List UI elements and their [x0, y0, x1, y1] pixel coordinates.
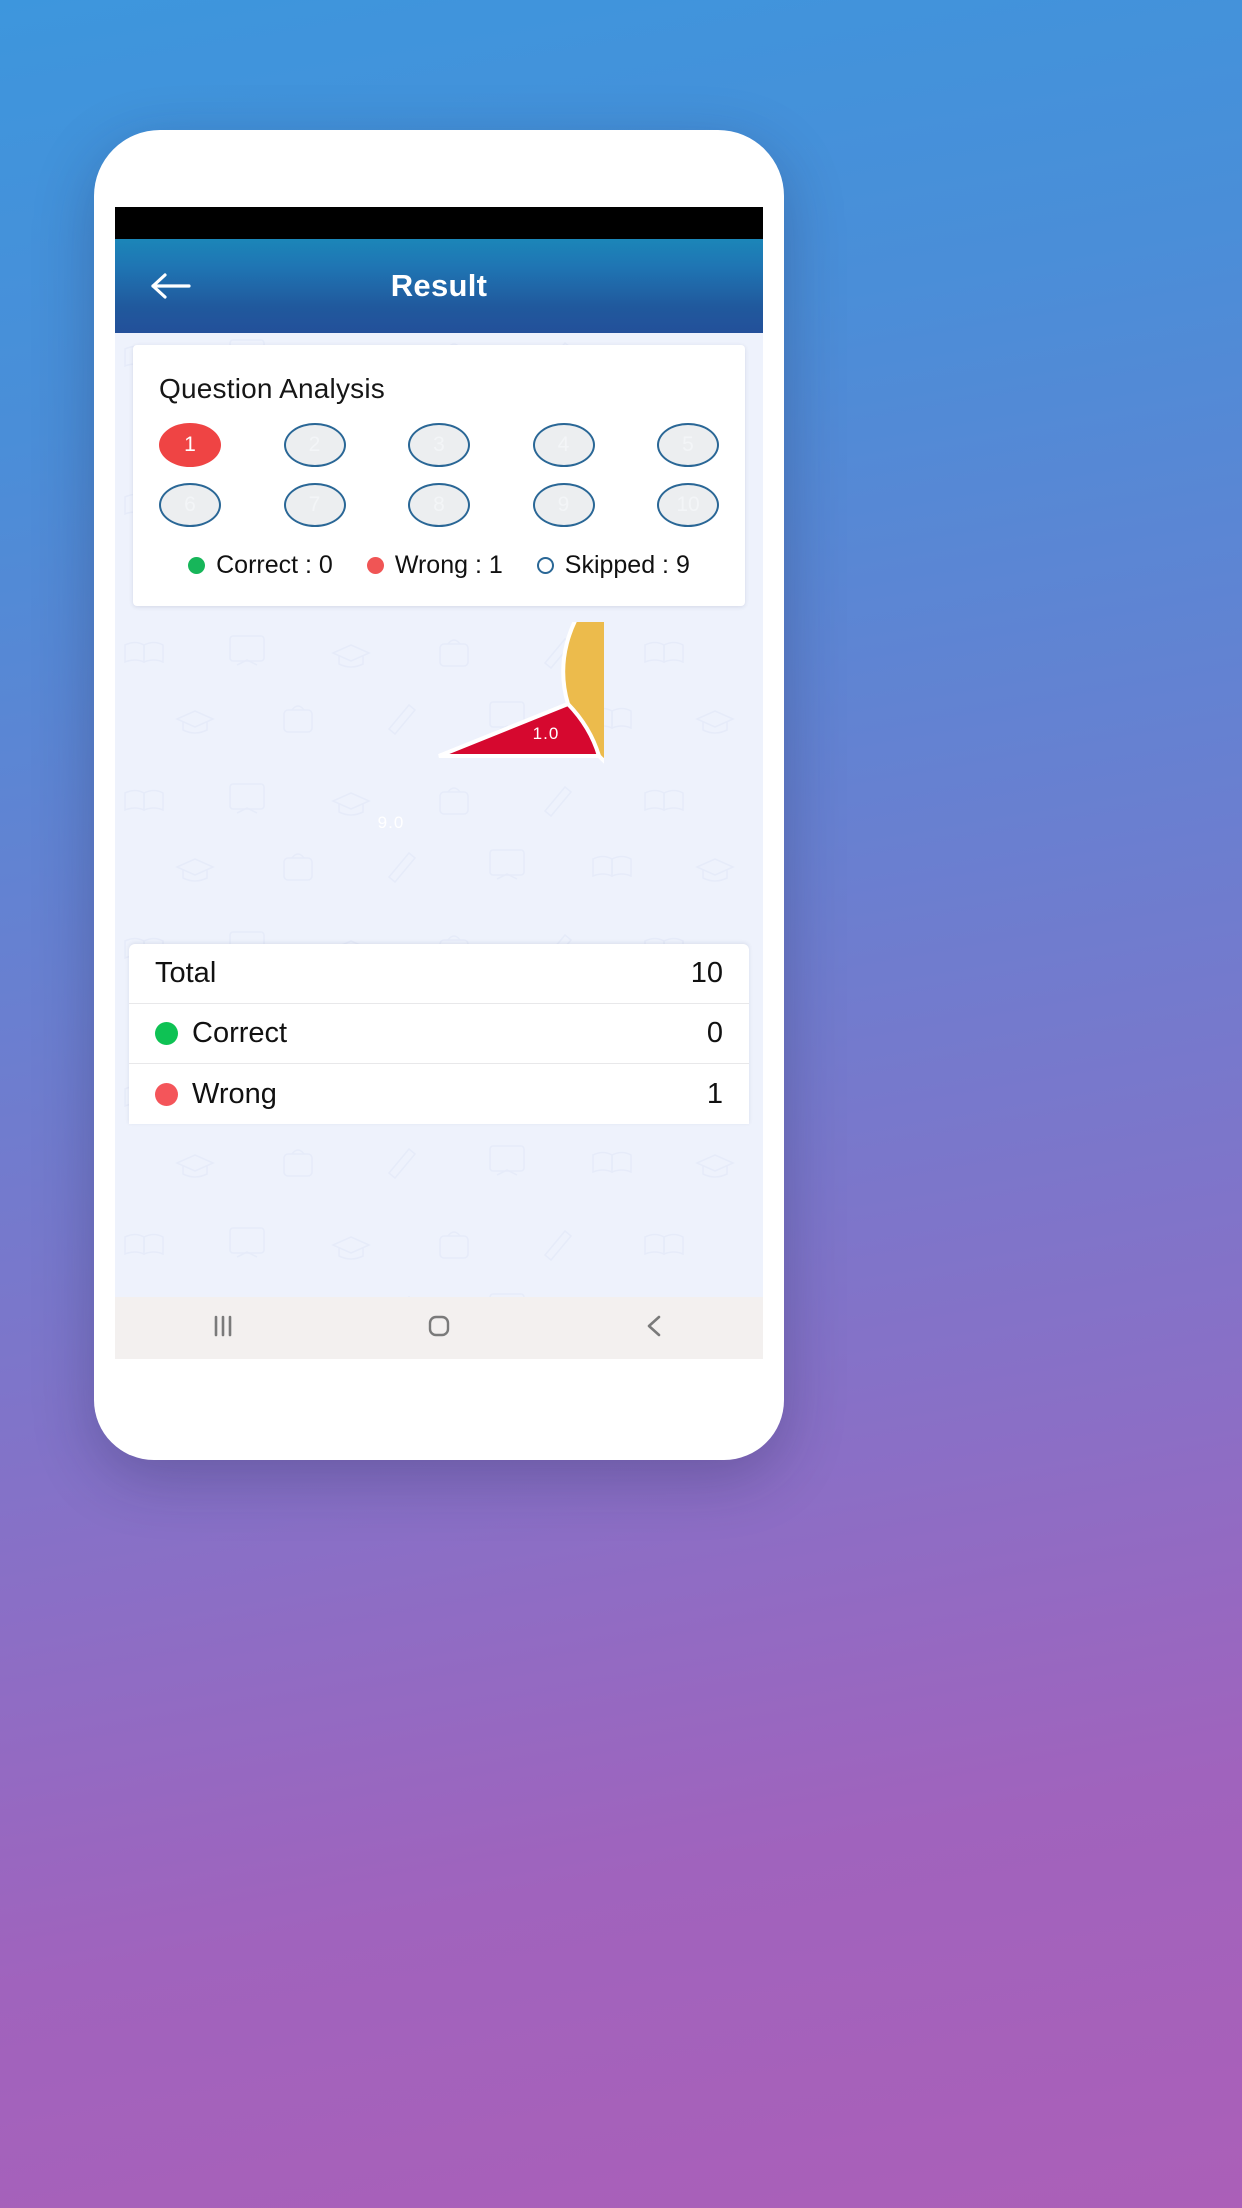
page-title: Result: [390, 268, 488, 303]
back-chevron-icon: [640, 1311, 670, 1346]
question-bubble-10[interactable]: 10: [657, 483, 719, 527]
home-icon: [424, 1311, 454, 1346]
legend: Correct : 0 Wrong : 1 Skipped : 9: [155, 551, 723, 580]
pie-chart: 9.0 1.0: [115, 622, 763, 922]
summary-value-correct: 0: [706, 1017, 723, 1049]
summary-label-total: Total: [155, 957, 217, 989]
phone-screen: Result Question Analysis 1 2 3 4 5 6 7 8…: [115, 207, 763, 1359]
recents-icon: [208, 1312, 238, 1345]
summary-table: Total 10 Correct 0 Wrong 1: [129, 944, 749, 1124]
question-bubble-6[interactable]: 6: [159, 483, 221, 527]
legend-label-correct: Correct : 0: [216, 551, 333, 579]
arrow-left-icon: [150, 271, 192, 301]
summary-label-wrong-wrap: Wrong: [155, 1078, 277, 1111]
summary-value-total: 10: [690, 957, 723, 989]
red-dot-icon: [366, 557, 384, 574]
question-bubble-9[interactable]: 9: [532, 483, 595, 527]
summary-label-correct: Correct: [192, 1017, 288, 1049]
recents-button[interactable]: [168, 1297, 278, 1359]
app-bar: Result: [115, 239, 763, 333]
table-row-correct[interactable]: Correct 0: [129, 1004, 749, 1064]
pie-label-skipped: 9.0: [378, 813, 405, 832]
summary-label-wrong: Wrong: [192, 1077, 277, 1110]
phone-frame: Result Question Analysis 1 2 3 4 5 6 7 8…: [94, 130, 784, 1460]
question-bubble-1[interactable]: 1: [159, 423, 221, 467]
table-row-total[interactable]: Total 10: [129, 944, 749, 1004]
table-row-wrong[interactable]: Wrong 1: [129, 1064, 749, 1124]
red-dot-icon: [155, 1082, 178, 1106]
question-bubble-7[interactable]: 7: [283, 483, 346, 527]
legend-label-wrong: Wrong : 1: [394, 551, 503, 579]
summary-value-wrong: 1: [706, 1077, 723, 1110]
hollow-dot-icon: [536, 557, 554, 574]
question-bubble-3[interactable]: 3: [408, 423, 470, 467]
android-nav-bar: [115, 1297, 763, 1359]
status-bar: [115, 207, 763, 239]
legend-item-skipped: Skipped : 9: [536, 551, 690, 580]
pie-slice-wrong: [438, 701, 602, 758]
question-analysis-heading: Question Analysis: [159, 373, 385, 404]
question-bubble-5[interactable]: 5: [657, 423, 719, 467]
legend-item-correct: Correct : 0: [188, 551, 333, 580]
back-nav-button[interactable]: [600, 1297, 710, 1359]
question-bubble-4[interactable]: 4: [532, 423, 595, 467]
legend-item-wrong: Wrong : 1: [366, 551, 503, 580]
question-bubble-8[interactable]: 8: [408, 483, 470, 527]
legend-label-skipped: Skipped : 9: [564, 551, 690, 579]
question-bubble-row-1: 1 2 3 4 5: [155, 423, 723, 467]
pie-slice-skipped: [438, 622, 604, 764]
scroll-content[interactable]: Question Analysis 1 2 3 4 5 6 7 8 9 10 C…: [115, 333, 763, 1359]
pie-chart-svg: 9.0 1.0: [378, 622, 604, 832]
question-bubble-row-2: 6 7 8 9 10: [155, 483, 723, 527]
home-button[interactable]: [384, 1297, 494, 1359]
question-bubble-2[interactable]: 2: [283, 423, 346, 467]
pie-label-wrong: 1.0: [533, 724, 560, 743]
question-analysis-card: Question Analysis 1 2 3 4 5 6 7 8 9 10 C…: [133, 345, 745, 606]
green-dot-icon: [155, 1022, 178, 1045]
summary-label-correct-wrap: Correct: [155, 1017, 287, 1050]
back-button[interactable]: [135, 250, 207, 322]
green-dot-icon: [188, 557, 206, 574]
